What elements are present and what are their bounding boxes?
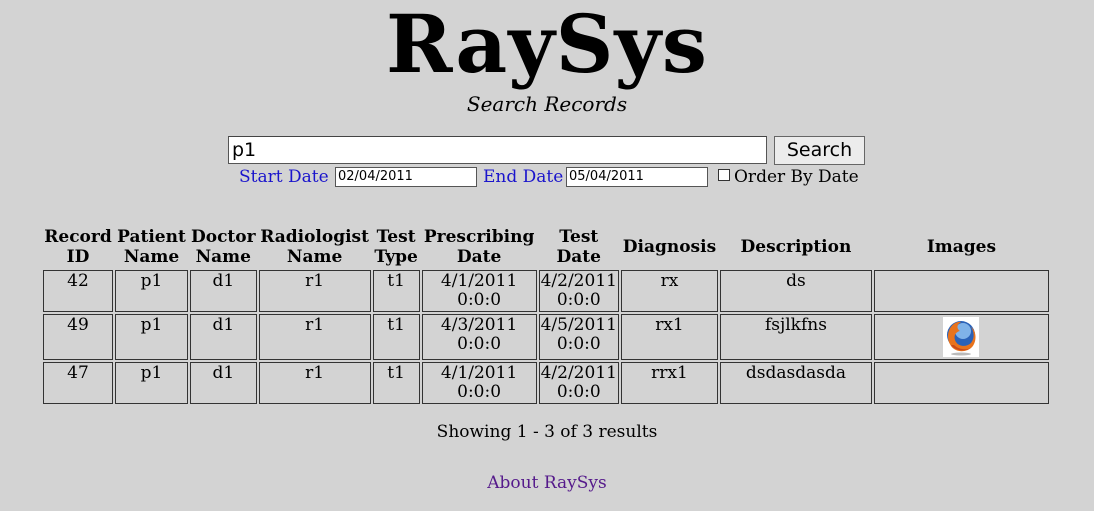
about-section: About RaySys xyxy=(0,473,1094,493)
table-row: 42 p1 d1 r1 t1 4/1/2011 0:0:0 4/2/2011 0:0… xyxy=(43,270,1049,312)
date-filter-row: Start Date End Date Order By Date xyxy=(0,166,1094,190)
cell-record-id: 49 xyxy=(43,314,113,360)
cell-prescribing-date: 4/1/2011 0:0:0 xyxy=(421,362,537,404)
order-by-date-label: Order By Date xyxy=(734,167,859,187)
cell-radiologist-name: r1 xyxy=(258,314,371,360)
cell-description: dsdasdasda xyxy=(719,362,872,404)
cell-patient-name: p1 xyxy=(115,362,188,404)
header-diagnosis: Diagnosis xyxy=(622,237,717,257)
start-date-input[interactable] xyxy=(335,167,477,187)
firefox-icon[interactable] xyxy=(943,317,980,357)
cell-patient-name: p1 xyxy=(115,270,188,312)
cell-prescribing-date: 4/3/2011 0:0:0 xyxy=(421,314,537,360)
cell-description: ds xyxy=(719,270,872,312)
header-test-type: Test Type xyxy=(374,227,418,267)
table-header-row: Record ID Patient Name Doctor Name Radiolog… xyxy=(43,226,1049,268)
cell-patient-name: p1 xyxy=(115,314,188,360)
cell-prescribing-date: 4/1/2011 0:0:0 xyxy=(421,270,537,312)
cell-test-date: 4/2/2011 0:0:0 xyxy=(538,270,619,312)
page: RaySys Search Records Search Start Date … xyxy=(0,0,1094,511)
about-link[interactable]: About RaySys xyxy=(487,473,606,493)
app-title: RaySys xyxy=(386,0,708,91)
results-table: Record ID Patient Name Doctor Name Radiolog… xyxy=(41,224,1051,406)
cell-test-type: t1 xyxy=(372,362,420,404)
end-date-input[interactable] xyxy=(566,167,708,187)
cell-record-id: 42 xyxy=(43,270,113,312)
header-record-id: Record ID xyxy=(44,227,112,267)
cell-doctor-name: d1 xyxy=(190,270,257,312)
header-patient-name: Patient Name xyxy=(117,227,186,267)
cell-images xyxy=(873,314,1049,360)
cell-test-type: t1 xyxy=(372,270,420,312)
search-button[interactable]: Search xyxy=(774,136,865,165)
order-by-date-checkbox[interactable] xyxy=(718,169,730,181)
page-subtitle: Search Records xyxy=(466,92,628,116)
header-prescribing-date: Prescribing Date xyxy=(423,227,535,267)
cell-test-date: 4/2/2011 0:0:0 xyxy=(538,362,619,404)
cell-test-type: t1 xyxy=(372,314,420,360)
cell-diagnosis: rx xyxy=(620,270,718,312)
table-row: 47 p1 d1 r1 t1 4/1/2011 0:0:0 4/2/2011 0:0… xyxy=(43,362,1049,404)
cell-doctor-name: d1 xyxy=(190,314,257,360)
results-count: Showing 1 - 3 of 3 results xyxy=(436,422,658,442)
table-row: 49 p1 d1 r1 t1 4/3/2011 0:0:0 4/5/2011 0:0… xyxy=(43,314,1049,360)
cell-images xyxy=(873,270,1049,312)
cell-diagnosis: rrx1 xyxy=(620,362,718,404)
header-images: Images xyxy=(926,237,997,257)
cell-description: fsjlkfns xyxy=(719,314,872,360)
end-date-label: End Date xyxy=(483,167,564,187)
cell-radiologist-name: r1 xyxy=(258,270,371,312)
cell-doctor-name: d1 xyxy=(190,362,257,404)
header-radiologist-name: Radiologist Name xyxy=(260,227,369,267)
start-date-label: Start Date xyxy=(239,167,329,187)
cell-images xyxy=(873,362,1049,404)
header-test-date: Test Date xyxy=(556,227,601,267)
header-doctor-name: Doctor Name xyxy=(191,227,256,267)
cell-test-date: 4/5/2011 0:0:0 xyxy=(538,314,619,360)
cell-radiologist-name: r1 xyxy=(258,362,371,404)
cell-diagnosis: rx1 xyxy=(620,314,718,360)
cell-record-id: 47 xyxy=(43,362,113,404)
search-input[interactable] xyxy=(228,136,767,164)
header-description: Description xyxy=(740,237,852,257)
